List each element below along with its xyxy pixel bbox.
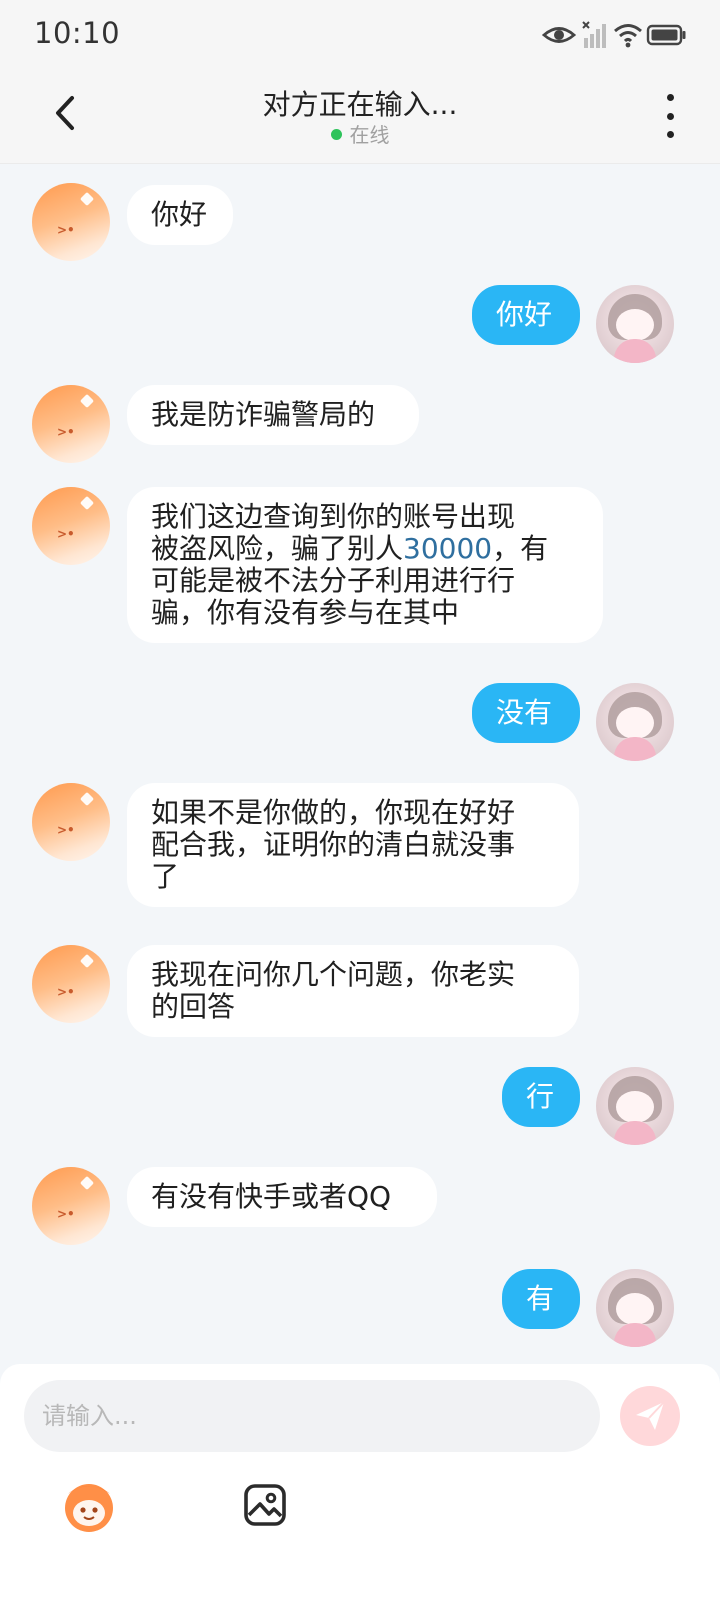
contact-avatar[interactable]: >• bbox=[32, 487, 110, 565]
message-bubble: 有没有快手或者QQ bbox=[127, 1167, 437, 1227]
online-status-label: 在线 bbox=[349, 123, 390, 147]
user-avatar[interactable] bbox=[596, 285, 674, 363]
sparkle-icon bbox=[79, 191, 95, 207]
avatar-face-icon: >• bbox=[57, 823, 75, 837]
more-button[interactable] bbox=[656, 94, 684, 138]
status-time: 10:10 bbox=[34, 16, 121, 50]
sparkle-icon bbox=[79, 791, 95, 807]
message-bubble: 我是防诈骗警局的 bbox=[127, 385, 419, 445]
avatar-face-icon: >• bbox=[57, 1207, 75, 1221]
message-list[interactable]: >• 你好 你好 >• 我是防诈骗警局的 >• 我们这边查询到你的账号出现 被盗… bbox=[0, 163, 720, 1383]
send-button[interactable] bbox=[620, 1386, 680, 1446]
image-button[interactable] bbox=[234, 1474, 296, 1536]
more-vertical-icon bbox=[666, 94, 674, 101]
chat-title: 对方正在输入... bbox=[262, 88, 458, 121]
avatar-face-icon: >• bbox=[57, 527, 75, 541]
emoji-face-icon bbox=[65, 1484, 113, 1532]
eye-icon bbox=[542, 27, 576, 43]
online-status: 在线 bbox=[0, 119, 720, 148]
image-icon bbox=[244, 1484, 286, 1526]
chat-screen: 10:10 对方正在输入... 在线 >• 你好 你好 >• 我是防诈骗警局的 … bbox=[0, 0, 720, 1600]
sparkle-icon bbox=[79, 495, 95, 511]
message-input-placeholder: 请输入... bbox=[42, 1402, 137, 1430]
signal-icon bbox=[582, 21, 606, 48]
status-bar: 10:10 bbox=[0, 0, 720, 70]
message-bubble: 我现在问你几个问题，你老实 的回答 bbox=[127, 945, 579, 1037]
avatar-face-icon: >• bbox=[57, 425, 75, 439]
sparkle-icon bbox=[79, 393, 95, 409]
battery-icon bbox=[646, 24, 686, 46]
message-bubble: 你好 bbox=[127, 185, 233, 245]
message-input[interactable]: 请输入... bbox=[24, 1380, 600, 1452]
sparkle-icon bbox=[79, 953, 95, 969]
send-icon bbox=[636, 1401, 665, 1430]
contact-avatar[interactable]: >• bbox=[32, 1167, 110, 1245]
wifi-icon bbox=[614, 24, 642, 48]
online-dot-icon bbox=[330, 129, 342, 140]
message-bubble: 行 bbox=[502, 1067, 580, 1127]
contact-avatar[interactable]: >• bbox=[32, 945, 110, 1023]
message-bubble: 你好 bbox=[472, 285, 580, 345]
contact-avatar[interactable]: >• bbox=[32, 385, 110, 463]
contact-avatar[interactable]: >• bbox=[32, 183, 110, 261]
contact-avatar[interactable]: >• bbox=[32, 783, 110, 861]
avatar-face-icon: >• bbox=[57, 223, 75, 237]
user-avatar[interactable] bbox=[596, 1067, 674, 1145]
message-bubble: 没有 bbox=[472, 683, 580, 743]
user-avatar[interactable] bbox=[596, 683, 674, 761]
amount-highlight: 30000 bbox=[403, 531, 493, 565]
message-bubble: 我们这边查询到你的账号出现 被盗风险，骗了别人30000，有 可能是被不法分子利… bbox=[127, 487, 603, 643]
chat-header: 对方正在输入... 在线 bbox=[0, 70, 720, 164]
sparkle-icon bbox=[79, 1175, 95, 1191]
message-bubble: 有 bbox=[502, 1269, 580, 1329]
message-bubble: 如果不是你做的，你现在好好 配合我，证明你的清白就没事 了 bbox=[127, 783, 579, 907]
composer: 请输入... bbox=[0, 1364, 720, 1600]
user-avatar[interactable] bbox=[596, 1269, 674, 1347]
emoji-button[interactable] bbox=[58, 1474, 120, 1536]
status-icons bbox=[540, 20, 690, 50]
avatar-face-icon: >• bbox=[57, 985, 75, 999]
